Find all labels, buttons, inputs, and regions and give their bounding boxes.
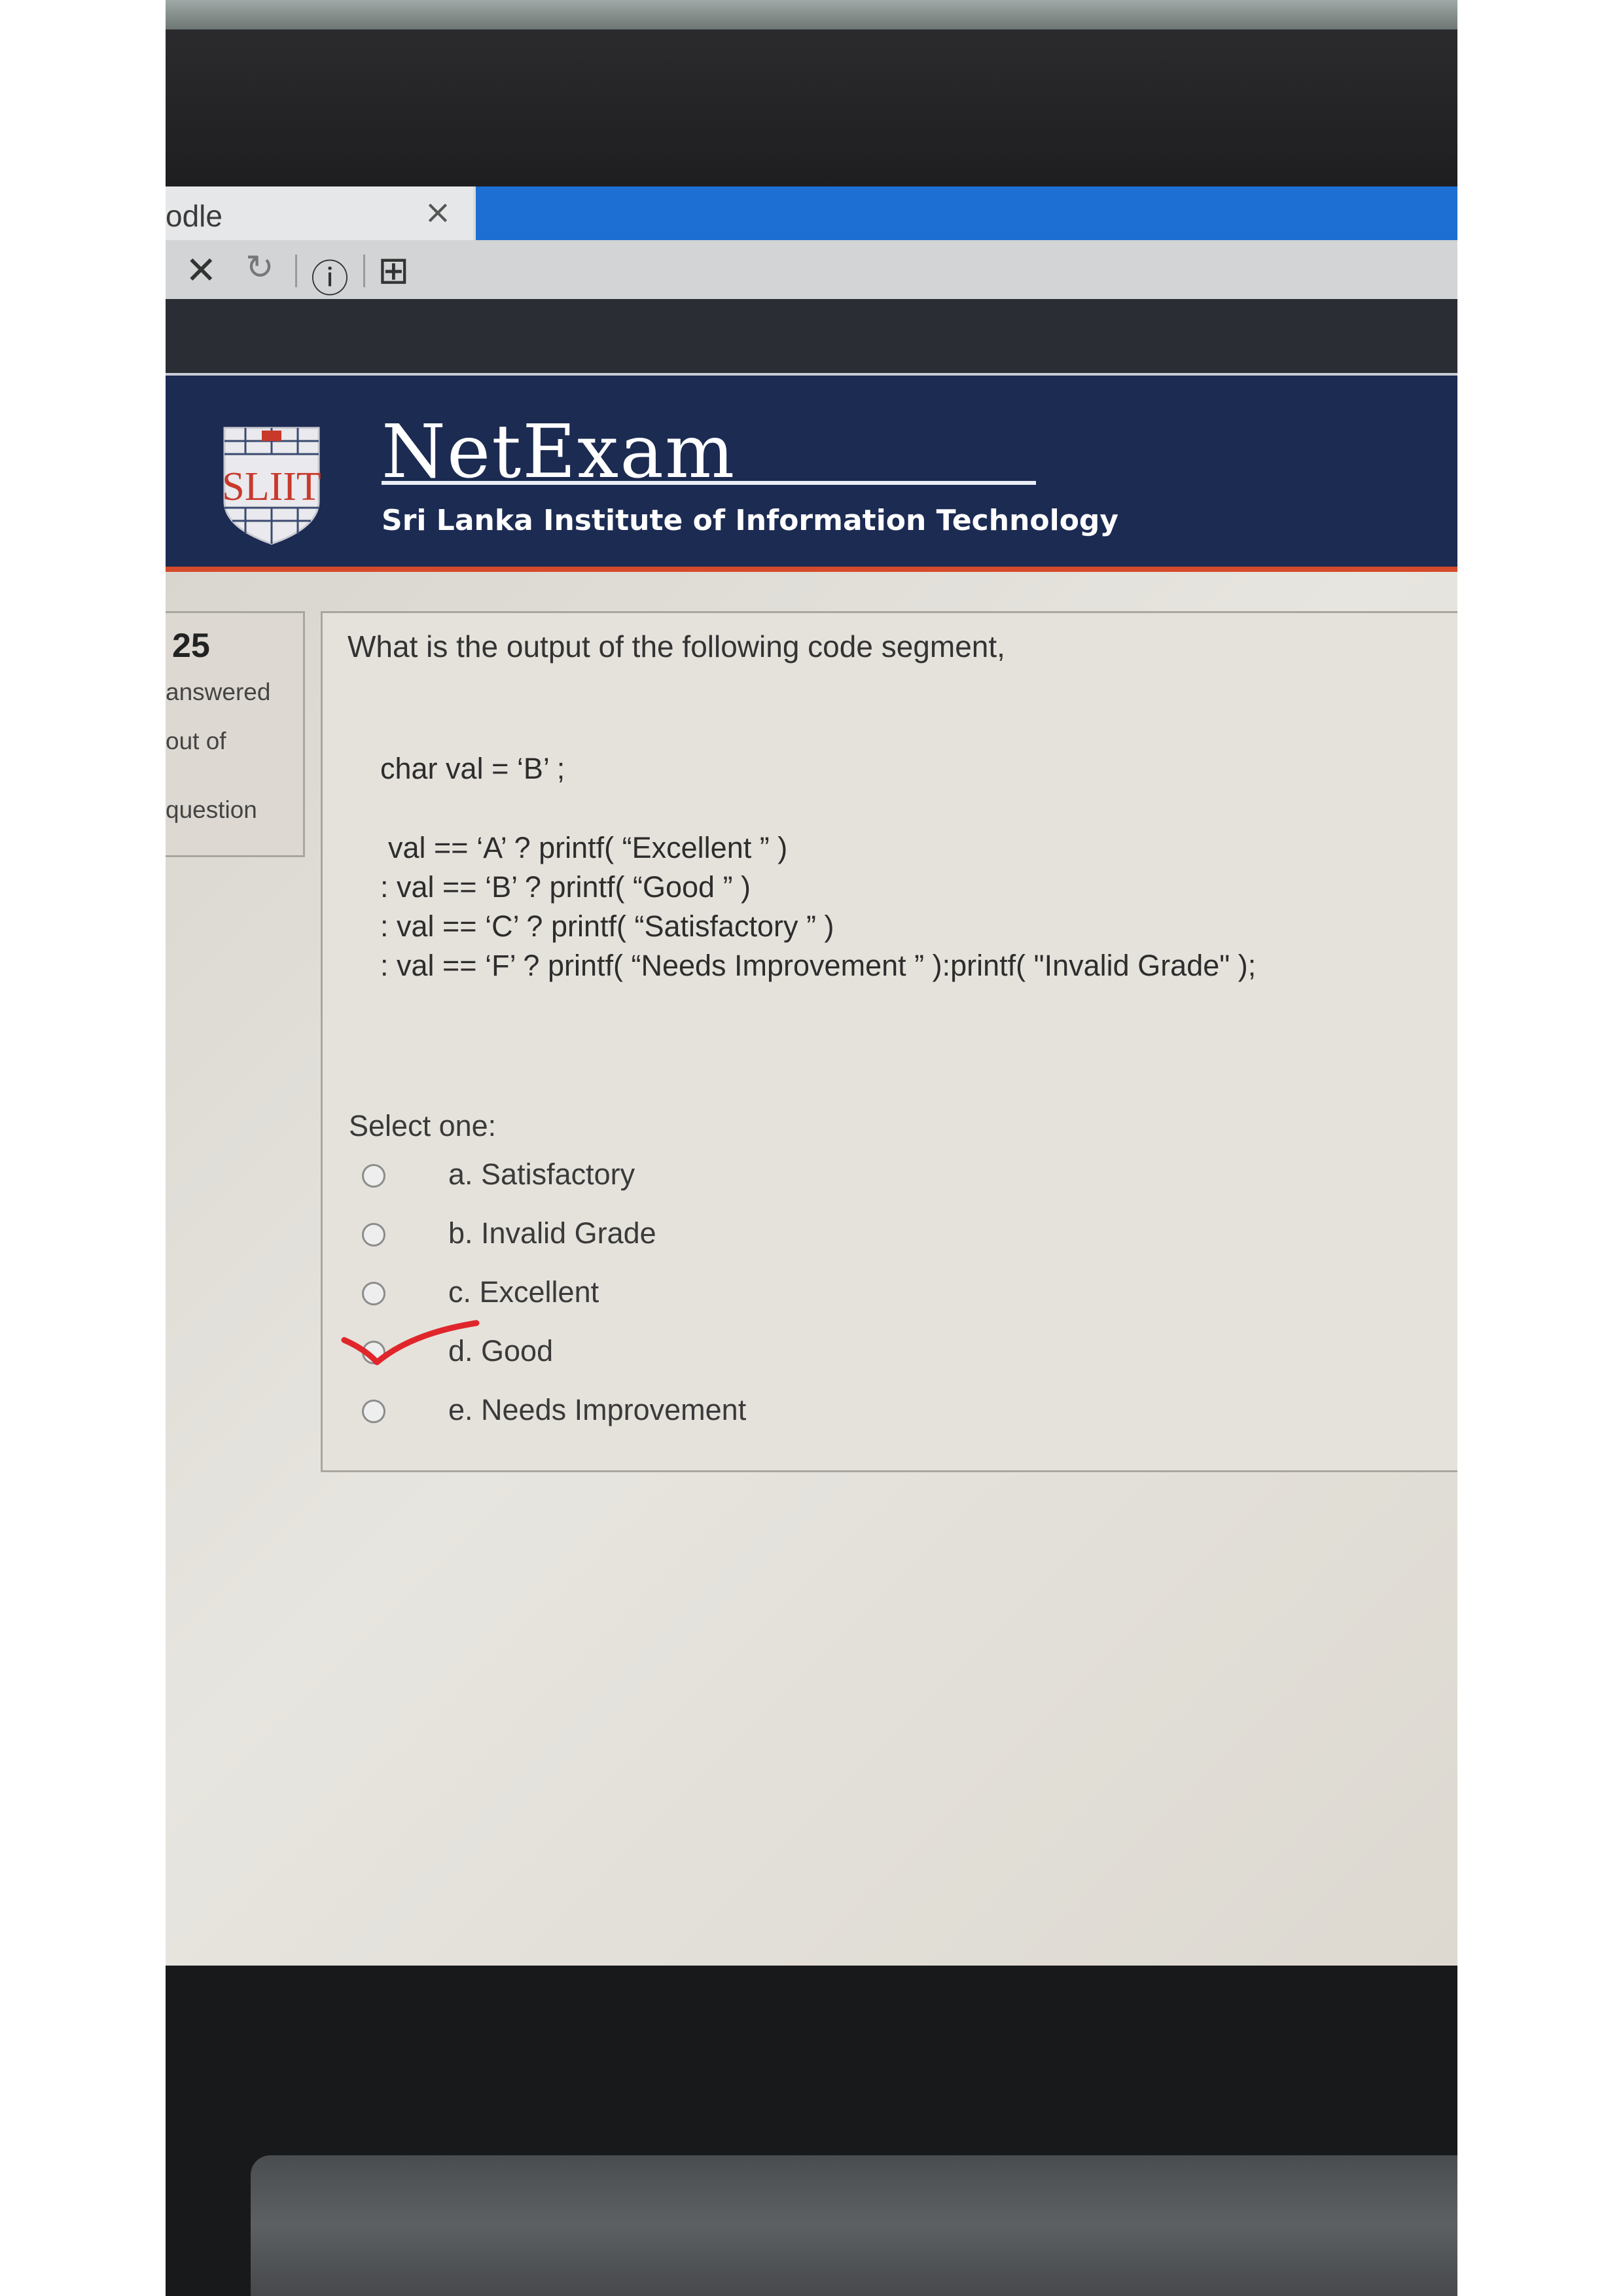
tabstrip-accent xyxy=(476,186,1457,247)
flag-question-link[interactable]: question xyxy=(166,796,257,824)
close-icon[interactable]: ✕ xyxy=(185,248,217,292)
answer-option-b[interactable]: b. Invalid Grade xyxy=(362,1215,885,1261)
answer-label: c. Excellent xyxy=(448,1275,599,1309)
red-check-annotation xyxy=(341,1320,480,1366)
browser-tabstrip: odle × xyxy=(166,186,1457,247)
radio-button[interactable] xyxy=(362,1282,385,1305)
site-header: SLIIT NetExam Sri Lanka Institute of Inf… xyxy=(166,376,1457,569)
reload-icon[interactable]: ↻ xyxy=(245,248,274,287)
question-number: 25 xyxy=(172,627,210,665)
quiz-page: 25 answered out of question What is the … xyxy=(166,572,1457,1966)
logo-text: SLIIT xyxy=(222,465,321,509)
radio-button[interactable] xyxy=(362,1400,385,1423)
code-line: val == ‘A’ ? printf( “Excellent ” ) xyxy=(388,831,788,864)
site-subtitle: Sri Lanka Institute of Information Techn… xyxy=(382,504,1119,537)
page-top-band xyxy=(166,299,1457,374)
laptop-base xyxy=(251,2155,1457,2296)
sliit-logo: SLIIT xyxy=(222,427,321,545)
select-one-label: Select one: xyxy=(349,1109,497,1142)
monitor-bezel-bottom xyxy=(166,1966,1457,2296)
info-icon[interactable]: ⓘ xyxy=(311,248,349,303)
answer-option-a[interactable]: a. Satisfactory xyxy=(362,1156,885,1202)
monitor-bezel-top xyxy=(166,29,1457,186)
code-line: : val == ‘F’ ? printf( “Needs Improvemen… xyxy=(380,949,1257,982)
question-status: answered xyxy=(166,679,271,705)
question-info-panel: 25 answered out of question xyxy=(166,611,305,857)
tab-title: odle xyxy=(166,199,223,233)
radio-button[interactable] xyxy=(362,1164,385,1188)
answer-option-e[interactable]: e. Needs Improvement xyxy=(362,1392,885,1438)
browser-tab[interactable]: odle × xyxy=(166,186,473,240)
code-line: : val == ‘C’ ? printf( “Satisfactory ” ) xyxy=(380,910,834,943)
code-line: char val = ‘B’ ; xyxy=(380,752,565,785)
header-accent-line xyxy=(166,567,1457,572)
tab-close-icon[interactable]: × xyxy=(424,193,452,231)
answer-label: e. Needs Improvement xyxy=(448,1393,747,1426)
browser-toolbar: ✕ ↻ ⓘ ⊞ xyxy=(166,240,1457,301)
question-panel: What is the output of the following code… xyxy=(321,611,1457,1472)
question-marks: out of xyxy=(166,728,226,754)
radio-button[interactable] xyxy=(362,1223,385,1246)
photo-frame: odle × ✕ ↻ ⓘ ⊞ SLIIT NetExam Sri Lanka I… xyxy=(166,0,1457,2296)
add-page-icon[interactable]: ⊞ xyxy=(378,248,410,292)
answer-label: b. Invalid Grade xyxy=(448,1216,656,1250)
toolbar-divider xyxy=(295,255,297,287)
brand-underline xyxy=(382,481,1036,485)
question-prompt: What is the output of the following code… xyxy=(348,629,1005,663)
code-line: : val == ‘B’ ? printf( “Good ” ) xyxy=(380,870,751,904)
toolbar-divider xyxy=(363,255,365,287)
answer-label: a. Satisfactory xyxy=(448,1157,635,1191)
